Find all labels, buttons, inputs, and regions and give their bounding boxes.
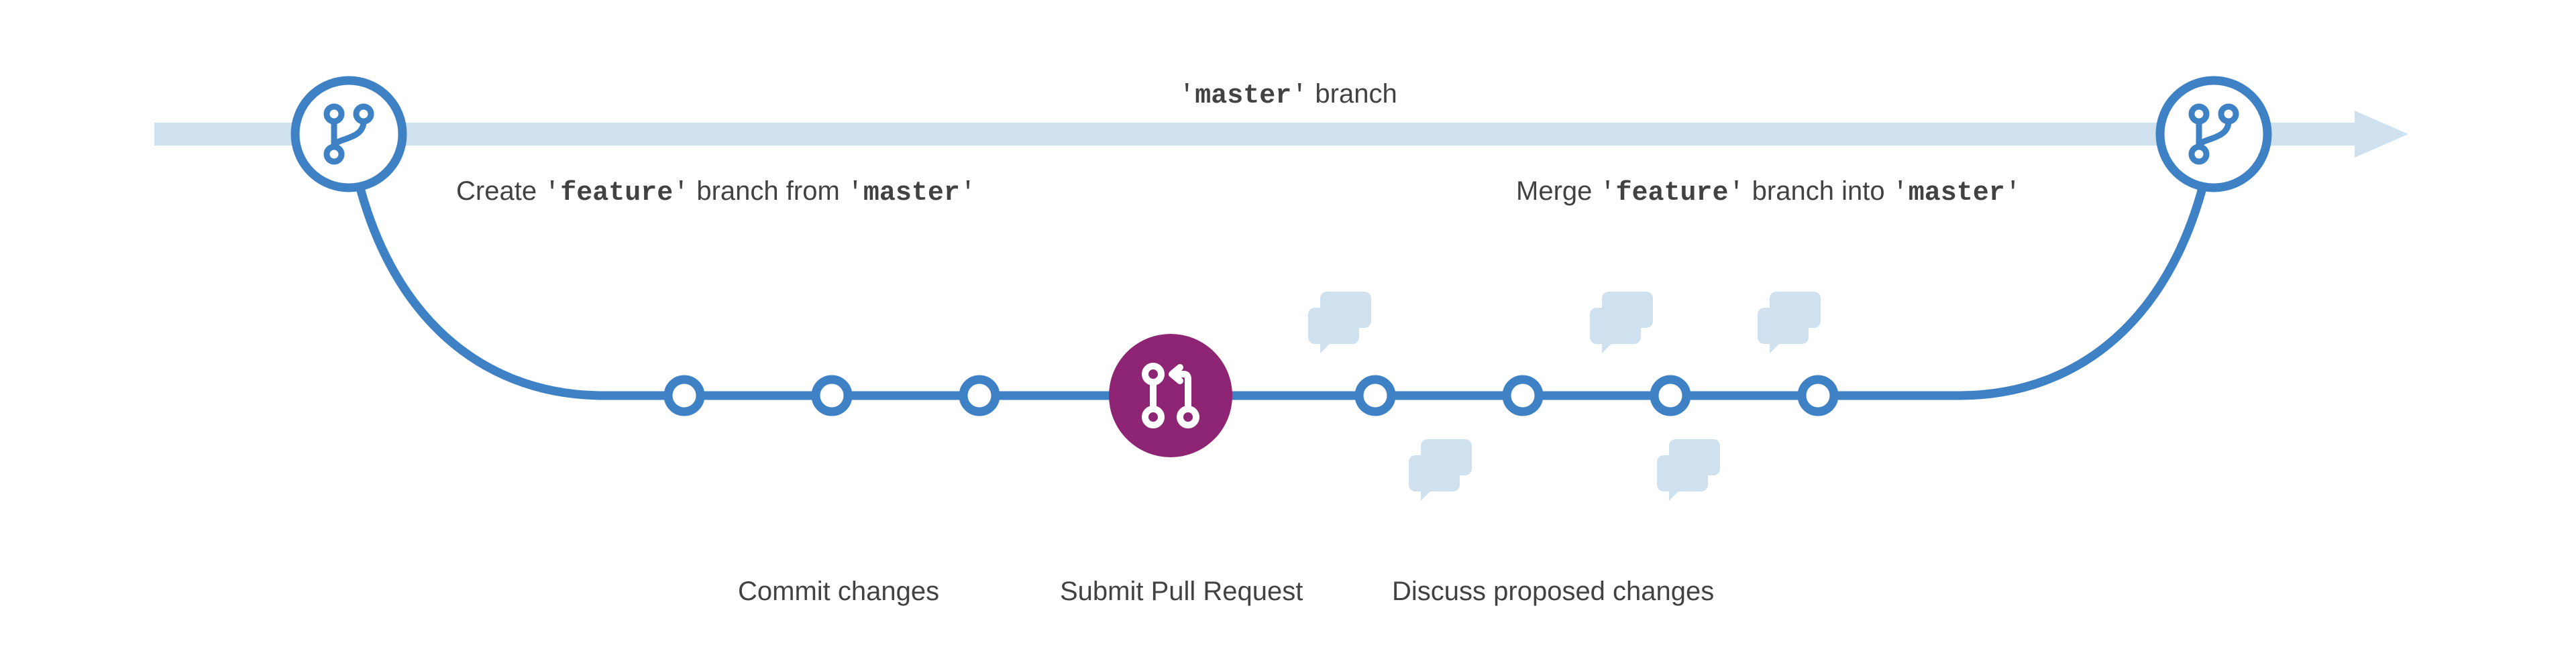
commit-node xyxy=(963,379,996,412)
speech-bubble-icon xyxy=(1409,439,1472,501)
merge-branch-label: Merge 'feature' branch into 'master' xyxy=(1516,176,2021,209)
github-flow-diagram: 'master' branch Create 'feature' branch … xyxy=(0,0,2576,647)
submit-pr-label: Submit Pull Request xyxy=(1060,577,1303,607)
speech-bubble-icon xyxy=(1308,292,1371,353)
speech-bubble-icon xyxy=(1758,292,1821,353)
discussion-bubbles-above xyxy=(1308,292,1821,353)
commit-node xyxy=(1507,379,1539,412)
commit-changes-label: Commit changes xyxy=(738,577,939,607)
speech-bubble-icon xyxy=(1590,292,1653,353)
feature-branch-path xyxy=(349,134,2214,396)
commit-node xyxy=(816,379,848,412)
discussion-bubbles-below xyxy=(1409,439,1720,501)
discuss-changes-label: Discuss proposed changes xyxy=(1392,577,1714,607)
commit-node xyxy=(668,379,700,412)
commit-node xyxy=(1802,379,1834,412)
speech-bubble-icon xyxy=(1657,439,1720,501)
pull-request-node xyxy=(1109,334,1232,457)
commit-node xyxy=(1359,379,1391,412)
master-branch-label: 'master' branch xyxy=(0,79,2576,111)
commit-node xyxy=(1654,379,1686,412)
create-branch-label: Create 'feature' branch from 'master' xyxy=(456,176,976,209)
master-branch-arrow xyxy=(154,111,2408,158)
